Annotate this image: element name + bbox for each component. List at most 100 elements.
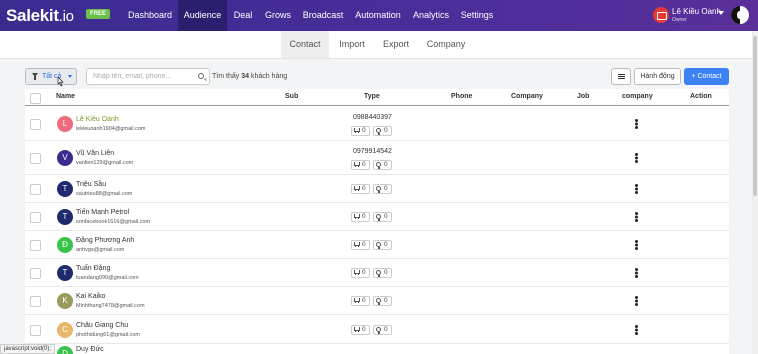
orders-count[interactable]: 0 [351, 325, 370, 335]
table-row[interactable]: L Lê Kiều Oanh lekieuoanh1904@gmail.com 098… [25, 107, 729, 141]
row-checkbox[interactable] [30, 325, 41, 336]
orders-count[interactable]: 0 [351, 240, 370, 250]
ideas-count[interactable]: 0 [373, 240, 392, 250]
cart-icon [354, 270, 360, 275]
contact-name[interactable]: Tuấn Đặng [76, 265, 110, 272]
action-button[interactable]: Hành động [634, 68, 681, 85]
ideas-count[interactable]: 0 [373, 160, 392, 170]
orders-count[interactable]: 0 [351, 296, 370, 306]
col-name[interactable]: Name [56, 93, 75, 100]
table-row[interactable]: Đ Đặng Phương Anh anhvgs@gmail.com 0 0 [25, 231, 729, 259]
col-phone[interactable]: Phone [451, 93, 472, 100]
scrollbar-thumb[interactable] [753, 36, 757, 196]
kebab-icon[interactable] [635, 184, 638, 187]
contact-name[interactable]: Triệu Sầu [76, 181, 106, 188]
cart-icon [354, 242, 360, 247]
contact-avatar: T [57, 265, 73, 281]
nav-dashboard[interactable]: Dashboard [122, 0, 178, 31]
kebab-icon[interactable] [635, 153, 638, 156]
search-input[interactable] [86, 68, 210, 85]
contact-name[interactable]: Đặng Phương Anh [76, 237, 134, 244]
mail-icon[interactable] [653, 7, 669, 23]
row-checkbox[interactable] [30, 268, 41, 279]
filter-icon [32, 73, 38, 80]
row-checkbox[interactable] [30, 240, 41, 251]
add-contact-button[interactable]: + Contact [684, 68, 729, 85]
filter-button[interactable]: Tất cả [25, 68, 77, 85]
logo[interactable]: Salekit.io [6, 6, 74, 26]
orders-count[interactable]: 0 [351, 212, 370, 222]
contact-avatar: V [57, 150, 73, 166]
contact-email: vanlien129@gmail.com [76, 160, 134, 166]
bulb-icon [376, 186, 381, 193]
kebab-icon[interactable] [635, 296, 638, 299]
table-row[interactable]: T Triệu Sầu sautrieu88@gmail.com 0 0 [25, 175, 729, 203]
orders-count[interactable]: 0 [351, 126, 370, 136]
ideas-count[interactable]: 0 [373, 268, 392, 278]
table-row[interactable]: T Tuấn Đặng tuandang090@gmail.com 0 0 [25, 259, 729, 287]
menu-button[interactable] [611, 68, 631, 85]
bulb-icon [376, 327, 381, 334]
nav-broadcast[interactable]: Broadcast [298, 0, 348, 31]
tab-import[interactable]: Import [330, 31, 374, 58]
orders-count[interactable]: 0 [351, 268, 370, 278]
contact-name[interactable]: Vũ Văn Liên [76, 150, 114, 157]
contact-name[interactable]: Châu Giang Chu [76, 322, 128, 329]
orders-count[interactable]: 0 [351, 184, 370, 194]
nav-audience[interactable]: Audience [178, 0, 227, 31]
col-company[interactable]: Company [511, 93, 543, 100]
search-icon[interactable] [198, 73, 204, 79]
contact-name[interactable]: Duy Đức [76, 346, 104, 353]
kebab-icon[interactable] [635, 240, 638, 243]
contact-email: sautrieu88@gmail.com [76, 191, 133, 197]
cart-icon [354, 214, 360, 219]
select-all-checkbox[interactable] [30, 93, 41, 104]
col-sub[interactable]: Sub [285, 93, 298, 100]
ideas-count[interactable]: 0 [373, 126, 392, 136]
bulb-icon [376, 270, 381, 277]
table-row[interactable]: C Châu Giang Chu phothidung61@gmail.com 0 0 [25, 315, 729, 344]
table-row[interactable]: T Tiến Mạnh Petrol sonfacebook1616@gmail.c… [25, 203, 729, 231]
nav-settings[interactable]: Settings [455, 0, 499, 31]
nav-automation[interactable]: Automation [349, 0, 407, 31]
contact-name[interactable]: Tiến Mạnh Petrol [76, 209, 129, 216]
row-checkbox[interactable] [30, 184, 41, 195]
row-checkbox[interactable] [30, 119, 41, 130]
table-row[interactable]: K Kai Kaiko Minhthang7478@gmail.com 0 0 [25, 287, 729, 315]
contact-avatar: L [57, 116, 73, 132]
kebab-icon[interactable] [635, 268, 638, 271]
tab-company[interactable]: Company [418, 31, 474, 58]
bulb-icon [376, 298, 381, 305]
tab-contact[interactable]: Contact [281, 31, 329, 58]
table-row[interactable]: V Vũ Văn Liên vanlien129@gmail.com 09799145… [25, 141, 729, 175]
ideas-count[interactable]: 0 [373, 325, 392, 335]
cart-icon [354, 162, 360, 167]
ideas-count[interactable]: 0 [373, 212, 392, 222]
chevron-down-icon [68, 75, 72, 78]
contact-email: sonfacebook1616@gmail.com [76, 219, 151, 225]
nav-grows[interactable]: Grows [259, 0, 297, 31]
contact-name[interactable]: Kai Kaiko [76, 293, 106, 300]
tab-export[interactable]: Export [375, 31, 417, 58]
ideas-count[interactable]: 0 [373, 184, 392, 194]
avatar[interactable] [731, 6, 749, 24]
contact-email: lekieuoanh1904@gmail.com [76, 126, 146, 132]
kebab-icon[interactable] [635, 212, 638, 215]
bulb-icon [376, 162, 381, 169]
nav-analytics[interactable]: Analytics [408, 0, 454, 31]
orders-count[interactable]: 0 [351, 160, 370, 170]
col-type[interactable]: Type [364, 93, 380, 100]
col-company-custom[interactable]: company [622, 93, 653, 100]
row-checkbox[interactable] [30, 153, 41, 164]
chevron-down-icon[interactable] [718, 11, 724, 15]
contact-name[interactable]: Lê Kiều Oanh [76, 116, 119, 123]
ideas-count[interactable]: 0 [373, 296, 392, 306]
nav-deal[interactable]: Deal [228, 0, 258, 31]
col-job[interactable]: Job [577, 93, 589, 100]
row-checkbox[interactable] [30, 212, 41, 223]
kebab-icon[interactable] [635, 325, 638, 328]
row-checkbox[interactable] [30, 296, 41, 307]
user-role: Owner [672, 17, 687, 23]
table-row[interactable]: D Duy Đức [25, 344, 729, 354]
kebab-icon[interactable] [635, 119, 638, 122]
